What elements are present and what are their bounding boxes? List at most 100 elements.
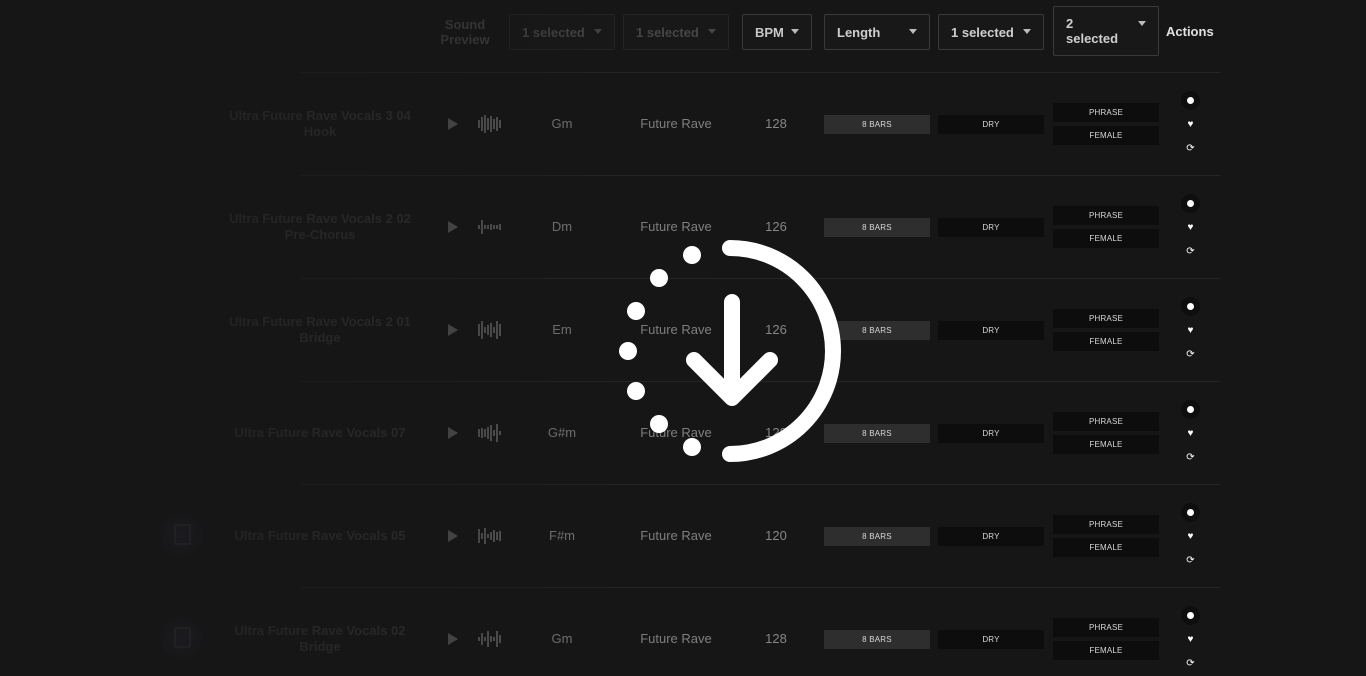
chevron-down-icon — [1138, 21, 1146, 26]
length-filter[interactable]: Length — [824, 14, 930, 50]
tag-badge-female[interactable]: FEMALE — [1053, 229, 1159, 248]
type-badge[interactable]: DRY — [938, 218, 1044, 237]
tag-badge-phrase[interactable]: PHRASE — [1053, 515, 1159, 534]
play-icon[interactable] — [438, 316, 466, 344]
length-filter-label: Length — [837, 24, 881, 40]
play-icon[interactable] — [438, 110, 466, 138]
sample-artwork — [160, 514, 202, 556]
tag-badge-phrase[interactable]: PHRASE — [1053, 103, 1159, 122]
tag-badge-phrase[interactable]: PHRASE — [1053, 206, 1159, 225]
play-icon[interactable] — [438, 625, 466, 653]
download-icon[interactable] — [1181, 503, 1200, 522]
sample-genre[interactable]: Future Rave — [620, 631, 732, 646]
row-divider — [300, 175, 1220, 176]
refresh-icon[interactable]: ⟳ — [1181, 242, 1200, 261]
wet-dry-filter-label: 1 selected — [951, 24, 1014, 40]
refresh-icon[interactable]: ⟳ — [1181, 345, 1200, 364]
sample-title[interactable]: Ultra Future Rave Vocals 3 04 Hook — [225, 108, 415, 140]
tag-badge-phrase[interactable]: PHRASE — [1053, 309, 1159, 328]
waveform-icon — [478, 115, 502, 133]
sample-key: F#m — [549, 528, 575, 543]
sample-title[interactable]: Ultra Future Rave Vocals 2 02 Pre-Chorus — [225, 211, 415, 243]
play-icon[interactable] — [438, 522, 466, 550]
heart-icon[interactable]: ♥ — [1181, 115, 1200, 134]
heart-icon[interactable]: ♥ — [1181, 527, 1200, 546]
sample-genre[interactable]: Future Rave — [620, 528, 732, 543]
sample-title[interactable]: Ultra Future Rave Vocals 07 — [225, 425, 415, 441]
bpm-filter-label: BPM — [755, 24, 784, 40]
refresh-icon[interactable]: ⟳ — [1181, 551, 1200, 570]
download-icon[interactable] — [1181, 606, 1200, 625]
download-icon[interactable] — [1181, 194, 1200, 213]
length-badge[interactable]: 8 BARS — [824, 218, 930, 237]
tag-badge-phrase[interactable]: PHRASE — [1053, 412, 1159, 431]
length-badge[interactable]: 8 BARS — [824, 527, 930, 546]
genre-filter-label: 1 selected — [636, 24, 699, 40]
download-progress-icon — [619, 240, 841, 462]
row-divider — [300, 72, 1220, 73]
wet-dry-filter[interactable]: 1 selected — [938, 14, 1044, 50]
download-icon[interactable] — [1181, 297, 1200, 316]
type-badge[interactable]: DRY — [938, 630, 1044, 649]
sample-genre[interactable]: Future Rave — [620, 219, 732, 234]
table-row[interactable]: Ultra Future Rave Vocals 02 Bridge Gm Fu… — [0, 587, 1366, 676]
waveform-icon — [478, 630, 502, 648]
waveform-icon — [478, 218, 502, 236]
chevron-down-icon — [708, 29, 716, 34]
refresh-icon[interactable]: ⟳ — [1181, 448, 1200, 467]
row-divider — [300, 484, 1220, 485]
tag-badge-female[interactable]: FEMALE — [1053, 126, 1159, 145]
download-icon[interactable] — [1181, 400, 1200, 419]
type-badge[interactable]: DRY — [938, 424, 1044, 443]
tags-filter-label: 2 selected — [1066, 16, 1119, 46]
length-badge[interactable]: 8 BARS — [824, 630, 930, 649]
sample-bpm: 128 — [765, 116, 787, 131]
genre-filter[interactable]: 1 selected — [623, 14, 729, 50]
refresh-icon[interactable]: ⟳ — [1181, 139, 1200, 158]
chevron-down-icon — [909, 29, 917, 34]
sample-title[interactable]: Ultra Future Rave Vocals 2 01 Bridge — [225, 314, 415, 346]
chevron-down-icon — [791, 29, 799, 34]
chevron-down-icon — [1023, 29, 1031, 34]
sample-title[interactable]: Ultra Future Rave Vocals 02 Bridge — [225, 623, 415, 655]
type-badge[interactable]: DRY — [938, 321, 1044, 340]
sample-key: Gm — [551, 631, 573, 646]
key-filter[interactable]: 1 selected — [509, 14, 615, 50]
type-badge[interactable]: DRY — [938, 115, 1044, 134]
tags-filter[interactable]: 2 selected — [1053, 6, 1159, 56]
refresh-icon[interactable]: ⟳ — [1181, 654, 1200, 673]
sample-bpm: 126 — [765, 219, 787, 234]
tag-badge-female[interactable]: FEMALE — [1053, 435, 1159, 454]
tag-badge-female[interactable]: FEMALE — [1053, 332, 1159, 351]
heart-icon[interactable]: ♥ — [1181, 321, 1200, 340]
sample-bpm: 128 — [765, 631, 787, 646]
table-row[interactable]: Ultra Future Rave Vocals 05 F#m Future R… — [0, 484, 1366, 587]
sample-key: Em — [552, 322, 572, 337]
sample-key: Dm — [551, 219, 573, 234]
sound-preview-label: Sound Preview — [440, 17, 490, 47]
sample-artwork — [160, 617, 202, 659]
heart-icon[interactable]: ♥ — [1181, 218, 1200, 237]
sample-key: G#m — [547, 425, 577, 440]
play-icon[interactable] — [438, 213, 466, 241]
heart-icon[interactable]: ♥ — [1181, 424, 1200, 443]
length-badge[interactable]: 8 BARS — [824, 115, 930, 134]
heart-icon[interactable]: ♥ — [1181, 630, 1200, 649]
table-row[interactable]: Ultra Future Rave Vocals 3 04 Hook Gm Fu… — [0, 72, 1366, 175]
tag-badge-female[interactable]: FEMALE — [1053, 641, 1159, 660]
bpm-filter[interactable]: BPM — [742, 14, 812, 50]
sample-title[interactable]: Ultra Future Rave Vocals 05 — [225, 528, 415, 544]
sample-genre[interactable]: Future Rave — [620, 116, 732, 131]
play-icon[interactable] — [438, 419, 466, 447]
waveform-icon — [478, 321, 502, 339]
filter-header: Sound Preview 1 selected 1 selected BPM … — [0, 0, 1366, 72]
waveform-icon — [478, 424, 502, 442]
chevron-down-icon — [594, 29, 602, 34]
download-icon[interactable] — [1181, 91, 1200, 110]
tag-badge-female[interactable]: FEMALE — [1053, 538, 1159, 557]
sample-bpm: 120 — [765, 528, 787, 543]
row-divider — [300, 587, 1220, 588]
tag-badge-phrase[interactable]: PHRASE — [1053, 618, 1159, 637]
key-filter-label: 1 selected — [522, 24, 585, 40]
type-badge[interactable]: DRY — [938, 527, 1044, 546]
